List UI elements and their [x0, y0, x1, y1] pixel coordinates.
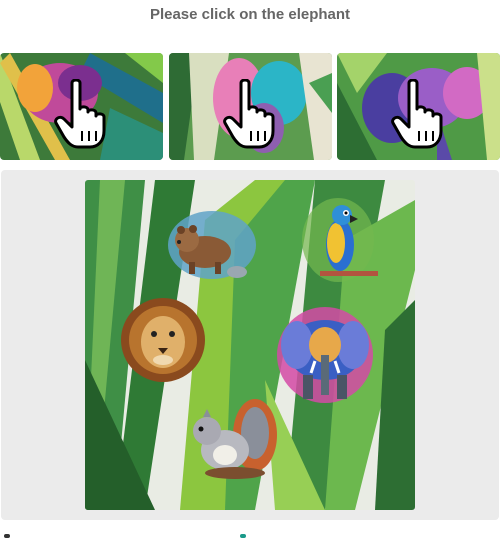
lion-image[interactable] — [118, 290, 208, 390]
elephant-image[interactable] — [275, 305, 375, 405]
parrot-image[interactable] — [300, 195, 380, 285]
hand-pointer-cursor-icon — [54, 79, 106, 149]
footer-mark-left — [4, 534, 10, 538]
challenge-scene[interactable] — [85, 180, 415, 510]
answer-option-3[interactable] — [337, 53, 500, 160]
bear-image[interactable] — [167, 210, 257, 280]
hand-pointer-cursor-icon — [391, 79, 443, 149]
challenge-prompt: Please click on the elephant — [149, 6, 351, 23]
answer-option-2[interactable] — [169, 53, 332, 160]
answer-option-1[interactable] — [0, 53, 163, 160]
squirrel-image[interactable] — [185, 395, 280, 485]
footer-bar — [0, 526, 500, 538]
hand-pointer-cursor-icon — [223, 79, 275, 149]
footer-mark-center — [240, 534, 246, 538]
